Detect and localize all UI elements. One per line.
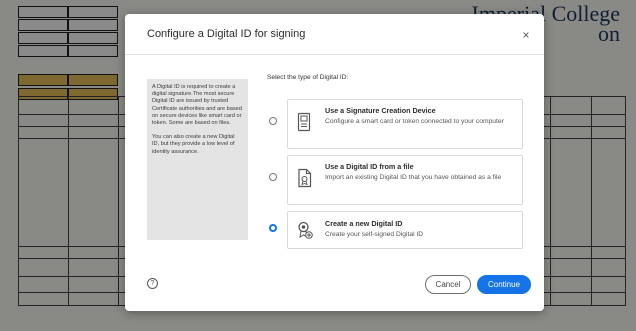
option-signature-creation-device[interactable]: Use a Signature Creation Device Configur… <box>287 99 523 149</box>
close-icon[interactable]: × <box>520 29 532 41</box>
configure-digital-id-dialog: Configure a Digital ID for signing × A D… <box>125 14 544 311</box>
new-id-badge-icon <box>298 221 313 239</box>
option-description: Import an existing Digital ID that you h… <box>325 174 502 181</box>
select-type-prompt: Select the type of Digital ID: <box>267 74 349 81</box>
option-digital-id-from-file[interactable]: Use a Digital ID from a file Import an e… <box>287 155 523 205</box>
continue-button[interactable]: Continue <box>477 275 531 294</box>
help-icon[interactable]: ? <box>147 278 158 289</box>
certificate-file-icon <box>298 168 312 188</box>
title-divider <box>125 54 544 55</box>
option-description: Configure a smart card or token connecte… <box>325 118 504 125</box>
card-reader-icon <box>297 112 311 132</box>
radio-signature-device[interactable] <box>269 117 277 125</box>
radio-id-from-file[interactable] <box>269 173 277 181</box>
info-paragraph-1: A Digital ID is required to create a dig… <box>152 84 242 127</box>
option-title: Create a new Digital ID <box>325 219 403 228</box>
option-title: Use a Signature Creation Device <box>325 106 436 115</box>
dialog-title: Configure a Digital ID for signing <box>147 28 306 40</box>
info-panel: A Digital ID is required to create a dig… <box>147 79 248 240</box>
radio-create-new-id[interactable] <box>269 224 277 232</box>
info-paragraph-2: You can also create a new Digital ID, bu… <box>152 134 235 155</box>
option-title: Use a Digital ID from a file <box>325 162 414 171</box>
cancel-button[interactable]: Cancel <box>425 275 471 294</box>
option-description: Create your self-signed Digital ID <box>325 231 424 238</box>
option-create-new-digital-id[interactable]: Create a new Digital ID Create your self… <box>287 211 523 249</box>
